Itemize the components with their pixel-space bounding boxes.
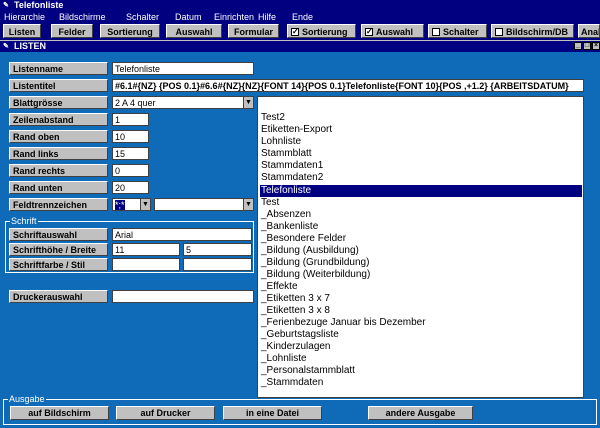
list-selector[interactable]: Test2 Etiketten-Export Lohnliste Stammbl… (257, 96, 584, 398)
listenname-label: Listenname (9, 62, 108, 75)
schriftauswahl-button[interactable]: Schriftauswahl (9, 228, 108, 241)
zeilenabstand-field[interactable]: 1 (112, 113, 149, 126)
menu-bar: Hierarchie Bildschirme Schalter Datum Ei… (0, 11, 600, 23)
blattgroesse-select[interactable]: 2 A 4 quer ▼ (112, 96, 254, 109)
list-item[interactable]: _Etiketten 3 x 8 (261, 305, 330, 317)
schrifthoehe-field[interactable]: 11 (112, 243, 180, 256)
list-item[interactable]: Etiketten-Export (261, 124, 332, 136)
list-item[interactable]: Test2 (261, 112, 285, 124)
listen-button[interactable]: Listen (3, 24, 41, 38)
auf-drucker-button[interactable]: auf Drucker (116, 406, 215, 420)
rand-rechts-label: Rand rechts (9, 164, 108, 177)
schriftauswahl-field[interactable]: Arial (112, 228, 252, 241)
list-item[interactable]: _Bildung (Weiterbildung) (261, 269, 370, 281)
list-scrollbar[interactable] (585, 96, 595, 398)
zeilenabstand-label: Zeilenabstand (9, 113, 108, 126)
listentitel-field[interactable]: #6.1#{NZ} {POS 0.1}#6.6#{NZ}{NZ}{FONT 14… (112, 79, 584, 92)
list-item[interactable]: _Stammdaten (261, 377, 323, 389)
checkbox-checked-icon: ✓ (291, 27, 299, 36)
rand-oben-label: Rand oben (9, 130, 108, 143)
in-eine-datei-button[interactable]: in eine Datei (223, 406, 322, 420)
list-item[interactable]: _Etiketten 3 x 7 (261, 293, 330, 305)
listen-window: ✎ LISTEN _ □ × Listenname Telefonliste L… (0, 41, 600, 428)
menu-hierarchie[interactable]: Hierarchie (4, 11, 45, 23)
auf-bildschirm-button[interactable]: auf Bildschirm (10, 406, 109, 420)
analyse-button[interactable]: Anal (578, 24, 600, 38)
list-item[interactable]: _Bildung (Grundbildung) (261, 257, 369, 269)
list-item[interactable]: _Geburtstagsliste (261, 329, 339, 341)
schrift-legend: Schrift (10, 216, 38, 226)
druckerauswahl-button[interactable]: Druckerauswahl (9, 290, 108, 303)
list-item[interactable]: _Lohnliste (261, 353, 307, 365)
feldtrennzeichen-second-select[interactable]: ▼ (154, 198, 254, 211)
list-item[interactable]: _Besondere Felder (261, 233, 346, 245)
list-item[interactable]: _Bildung (Ausbildung) (261, 245, 359, 257)
schriftstil-field[interactable] (183, 258, 252, 271)
menu-bildschirme[interactable]: Bildschirme (59, 11, 106, 23)
sortierung-checkbox[interactable]: ✓ Sortierung (287, 24, 356, 38)
menu-einrichten[interactable]: Einrichten (214, 11, 254, 23)
list-item[interactable]: _Kinderzulagen (261, 341, 331, 353)
druckerauswahl-field[interactable] (112, 290, 254, 303)
schriftfarbe-field[interactable] (112, 258, 180, 271)
window-icon: ✎ (3, 43, 9, 50)
app-title: Telefonliste (14, 0, 64, 10)
list-item[interactable]: _Personalstammblatt (261, 365, 355, 377)
list-item[interactable]: _Absenzen (261, 209, 311, 221)
menu-schalter[interactable]: Schalter (126, 11, 159, 23)
bildschirm-db-checkbox[interactable]: Bildschirm/DB (491, 24, 574, 38)
menu-datum[interactable]: Datum (175, 11, 202, 23)
listentitel-label: Listentitel (9, 79, 108, 92)
ausgabe-legend: Ausgabe (8, 394, 46, 404)
rand-links-field[interactable]: 15 (112, 147, 149, 160)
list-item[interactable]: _Ferienbezuge Januar bis Dezember (261, 317, 426, 329)
auswahl-button[interactable]: Auswahl (166, 24, 222, 38)
app-title-bar: ✎ Telefonliste (0, 0, 600, 11)
checkbox-empty-icon (432, 28, 440, 36)
schrifthoehe-label: Schrifthöhe / Breite (9, 243, 108, 256)
list-item[interactable]: _Bankenliste (261, 221, 318, 233)
chevron-down-icon[interactable]: ▼ (243, 199, 253, 210)
andere-ausgabe-button[interactable]: andere Ausgabe (368, 406, 473, 420)
feldtrennzeichen-label: Feldtrennzeichen (9, 198, 108, 211)
rand-unten-field[interactable]: 20 (112, 181, 149, 194)
app-icon: ✎ (3, 2, 9, 9)
list-item[interactable]: Lohnliste (261, 136, 301, 148)
felder-button[interactable]: Felder (51, 24, 93, 38)
maximize-icon[interactable]: □ (583, 42, 591, 50)
window-title-bar: ✎ LISTEN _ □ × (0, 41, 600, 52)
blattgroesse-label: Blattgrösse (9, 96, 108, 109)
rand-unten-label: Rand unten (9, 181, 108, 194)
schriftbreite-field[interactable]: 5 (183, 243, 252, 256)
checkbox-checked-icon: ✓ (365, 27, 373, 36)
window-title: LISTEN (14, 41, 47, 51)
menu-ende[interactable]: Ende (292, 11, 313, 23)
rand-oben-field[interactable]: 10 (112, 130, 149, 143)
schalter-checkbox[interactable]: Schalter (428, 24, 487, 38)
minimize-icon[interactable]: _ (574, 42, 582, 50)
list-item[interactable]: _Effekte (261, 281, 298, 293)
chevron-down-icon[interactable]: ▼ (243, 97, 253, 108)
sortierung-button[interactable]: Sortierung (100, 24, 160, 38)
listenname-field[interactable]: Telefonliste (112, 62, 254, 75)
toolbar: Listen Felder Sortierung Auswahl Formula… (0, 23, 600, 40)
menu-hilfe[interactable]: Hilfe (258, 11, 276, 23)
rand-rechts-field[interactable]: 0 (112, 164, 149, 177)
feldtrennzeichen-select[interactable]: *;* ▼ (112, 198, 151, 211)
list-item[interactable]: Stammblatt (261, 148, 312, 160)
auswahl-checkbox[interactable]: ✓ Auswahl (361, 24, 424, 38)
list-item[interactable]: Test (261, 197, 279, 209)
chevron-down-icon[interactable]: ▼ (140, 199, 150, 210)
rand-links-label: Rand links (9, 147, 108, 160)
list-item[interactable]: Stammdaten2 (261, 172, 323, 184)
list-item[interactable]: Stammdaten1 (261, 160, 323, 172)
close-icon[interactable]: × (592, 42, 600, 50)
checkbox-empty-icon (495, 28, 503, 36)
formular-button[interactable]: Formular (228, 24, 279, 38)
schriftfarbe-label: Schriftfarbe / Stil (9, 258, 108, 271)
list-item-selected[interactable]: Telefonliste (261, 185, 311, 197)
